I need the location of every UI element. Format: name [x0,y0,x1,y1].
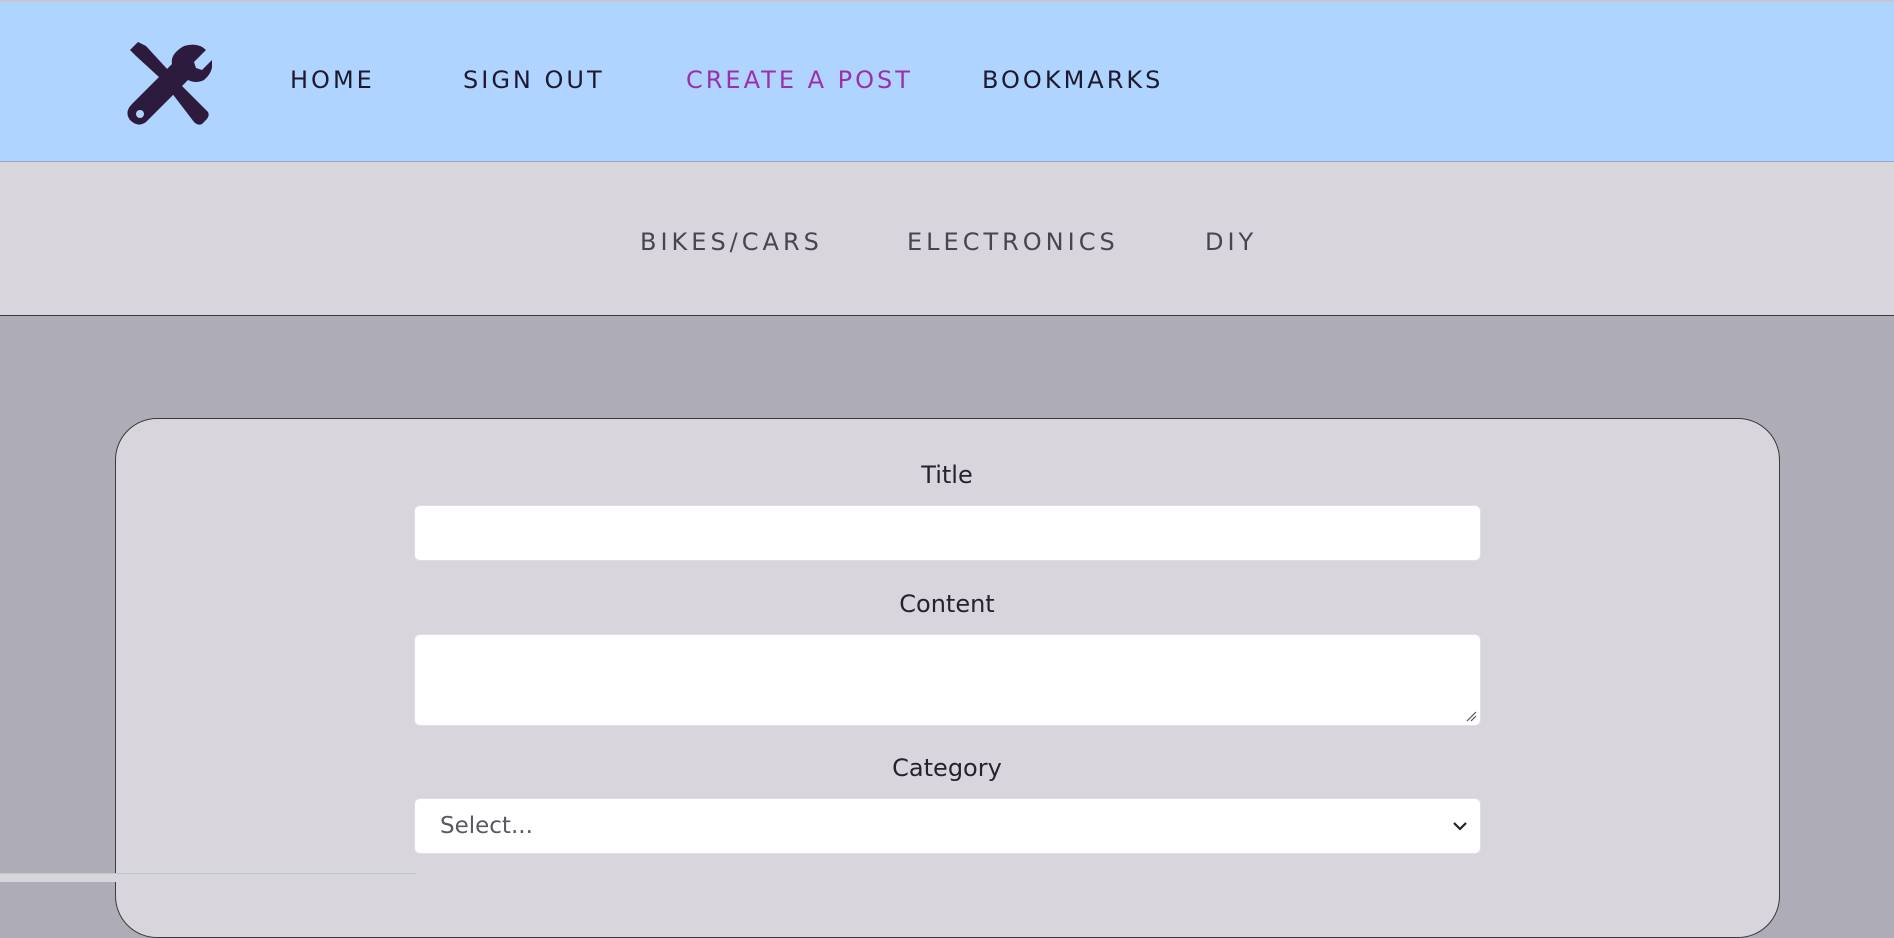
title-label: Title [921,461,973,489]
chevron-down-icon [1453,822,1467,831]
nav-create-post-link[interactable]: CREATE A POST [686,66,913,94]
top-navbar: HOME SIGN OUT CREATE A POST BOOKMARKS [0,0,1894,162]
resize-handle-icon[interactable] [1465,710,1477,722]
nav-home-link[interactable]: HOME [290,66,375,94]
tools-icon[interactable] [124,40,212,128]
category-label: Category [892,754,1002,782]
category-bikes-cars-link[interactable]: BIKES/CARS [640,228,823,256]
category-select-value: Select... [440,813,533,839]
category-bar: BIKES/CARS ELECTRONICS DIY [0,162,1894,316]
nav-bookmarks-link[interactable]: BOOKMARKS [982,66,1163,94]
content-label: Content [899,590,995,618]
bottom-scrollbar[interactable] [0,873,416,882]
category-diy-link[interactable]: DIY [1205,228,1257,256]
title-input[interactable] [414,505,1481,561]
nav-sign-out-link[interactable]: SIGN OUT [463,66,605,94]
category-select[interactable]: Select... [414,798,1481,854]
category-electronics-link[interactable]: ELECTRONICS [907,228,1119,256]
content-textarea[interactable] [414,634,1481,726]
